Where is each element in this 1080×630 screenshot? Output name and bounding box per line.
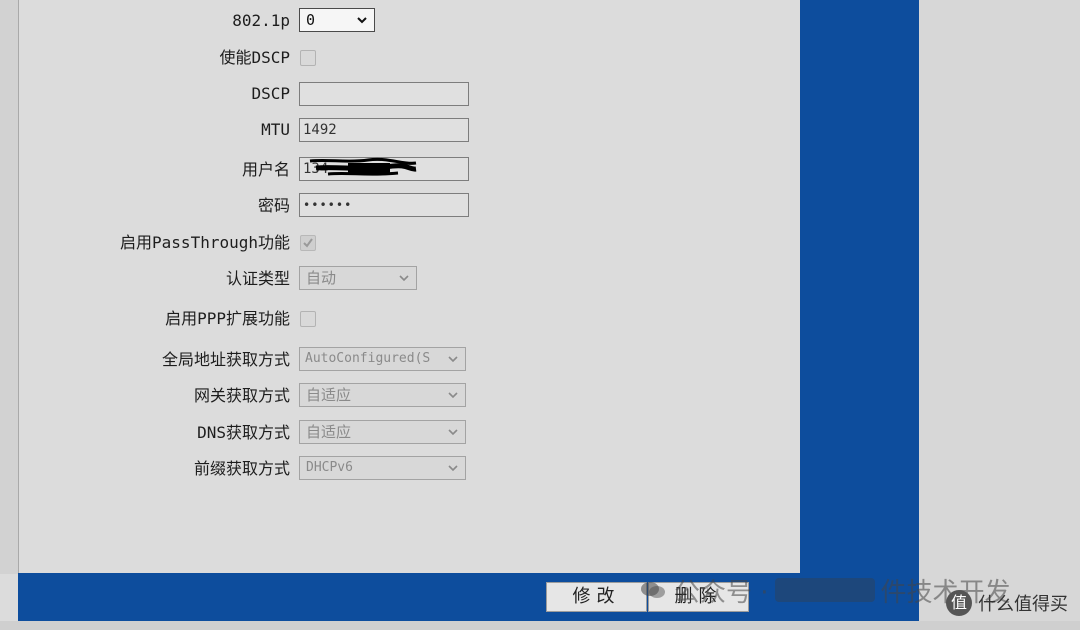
enable-dscp-checkbox[interactable] [300,50,316,66]
watermark-obscured [774,578,875,602]
modify-button[interactable]: 修改 [546,582,647,612]
left-frame-strip [0,0,19,574]
right-frame-bar [800,0,919,574]
wechat-icon [641,582,665,598]
mtu-label: MTU [261,120,290,139]
passthrough-checkbox[interactable] [300,235,316,251]
dns-label: DNS获取方式 [197,423,290,442]
password-label: 密码 [257,196,290,215]
outer-background [919,0,1080,630]
corner-logo: 值 什么值得买 [946,590,1068,616]
dscp-label: DSCP [251,84,290,103]
gateway-select[interactable]: 自适应 [299,383,466,407]
ppp-ext-checkbox[interactable] [300,311,316,327]
redaction-scribble [309,157,417,176]
username-label: 用户名 [241,160,290,179]
dscp-input[interactable] [299,82,469,106]
checkmark-icon [303,238,313,248]
vlan-priority-label: 802.1p [232,11,290,30]
chevron-down-icon [448,356,458,363]
gateway-value: 自适应 [306,386,352,404]
auth-type-value: 自动 [306,269,337,287]
watermark-prefix: 公众号 · [674,577,769,608]
dns-value: 自适应 [306,423,352,441]
auth-type-select[interactable]: 自动 [299,266,417,290]
prefix-value: DHCPv6 [306,460,353,475]
prefix-label: 前缀获取方式 [193,459,290,478]
chevron-down-icon [448,465,458,472]
chevron-down-icon [399,275,409,282]
bottom-background [0,621,1080,630]
dns-select[interactable]: 自适应 [299,420,466,444]
chevron-down-icon [448,392,458,399]
vlan-priority-value: 0 [306,11,316,29]
auth-type-label: 认证类型 [225,269,290,288]
password-input[interactable]: •••••• [299,193,469,217]
global-addr-select[interactable]: AutoConfigured(S [299,347,466,371]
chevron-down-icon [357,17,367,24]
gateway-label: 网关获取方式 [193,386,290,405]
global-addr-label: 全局地址获取方式 [161,350,290,369]
logo-icon: 值 [946,590,972,616]
chevron-down-icon [448,429,458,436]
vlan-priority-select[interactable]: 0 [299,8,375,32]
ppp-ext-label: 启用PPP扩展功能 [165,309,290,328]
mtu-input[interactable]: 1492 [299,118,469,142]
logo-text: 什么值得买 [978,594,1068,615]
passthrough-label: 启用PassThrough功能 [120,233,290,252]
enable-dscp-label: 使能DSCP [219,48,290,67]
global-addr-value: AutoConfigured(S [305,351,431,366]
prefix-select[interactable]: DHCPv6 [299,456,466,480]
